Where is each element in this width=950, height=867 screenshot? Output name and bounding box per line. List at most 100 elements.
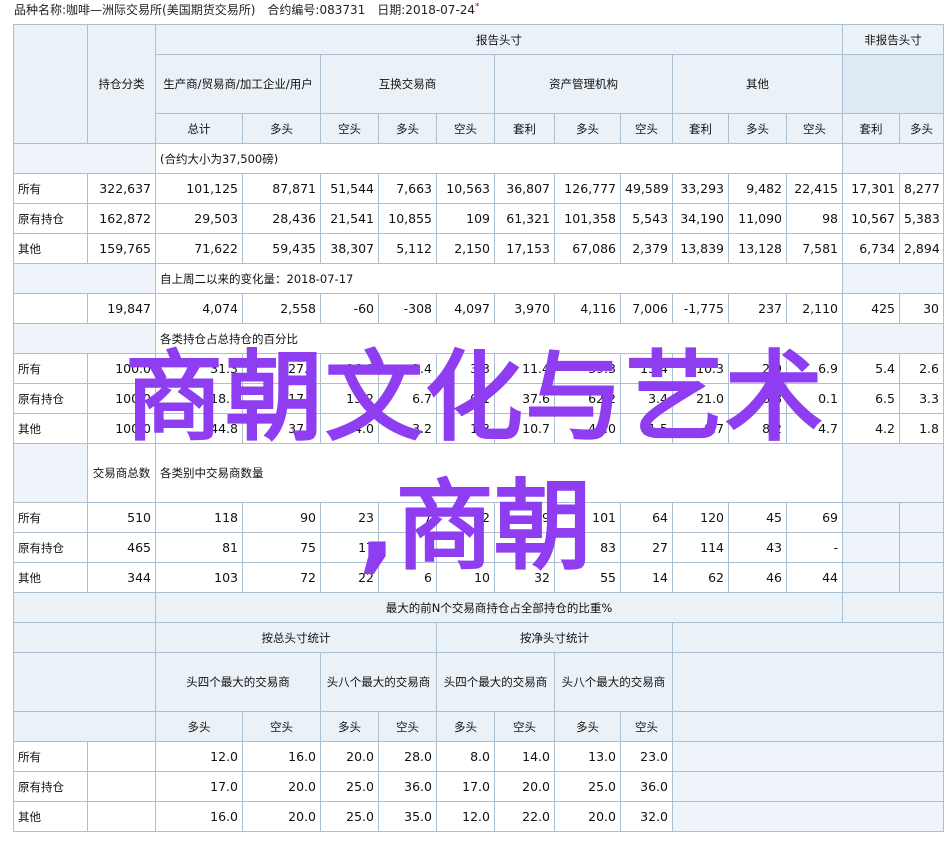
- value-cell: 27: [620, 532, 673, 563]
- value-cell: 5.4: [842, 353, 900, 384]
- value-cell: 29: [494, 502, 555, 533]
- value-cell: 8.7: [672, 413, 729, 444]
- value-cell: 17,301: [842, 173, 900, 204]
- value-cell: [899, 562, 944, 593]
- report-positions-header: 报告头寸: [155, 24, 843, 55]
- blank-cell: [87, 771, 156, 802]
- swap-header: 互换交易商: [320, 54, 495, 114]
- blank-cell: [672, 801, 944, 832]
- value-cell: 17.0: [155, 771, 243, 802]
- value-cell: 6.8: [728, 383, 787, 414]
- value-cell: 109: [436, 203, 495, 234]
- value-cell: 98: [786, 203, 843, 234]
- value-cell: 4,097: [436, 293, 495, 324]
- value-cell: 465: [87, 532, 156, 563]
- value-cell: 7,581: [786, 233, 843, 264]
- blank-cell: [13, 622, 156, 653]
- value-cell: [899, 502, 944, 533]
- col-long: 多头: [554, 711, 621, 742]
- pos-class-header: 持仓分类: [87, 24, 156, 144]
- value-cell: 62.2: [554, 383, 621, 414]
- value-cell: 22.0: [494, 801, 555, 832]
- value-cell: [842, 532, 900, 563]
- col-long: 多头: [155, 711, 243, 742]
- value-cell: 10,855: [378, 203, 437, 234]
- value-cell: 17,153: [494, 233, 555, 264]
- value-cell: 2.4: [378, 353, 437, 384]
- value-cell: 126,777: [554, 173, 621, 204]
- value-cell: 49,589: [620, 173, 673, 204]
- blank-cell: [13, 293, 88, 324]
- value-cell: [842, 502, 900, 533]
- row-label: 其他: [13, 562, 88, 593]
- row-label: 原有持仓: [13, 383, 88, 414]
- value-cell: 35.0: [378, 801, 437, 832]
- value-cell: 16.0: [320, 353, 379, 384]
- blank-cell: [672, 711, 944, 742]
- traders-body: 所有 510 118 90 23 7 12 29 101 64 120 45 69 原有持仓 465 81 75…: [13, 502, 944, 593]
- col-short: 空头: [436, 113, 495, 144]
- value-cell: 4.2: [842, 413, 900, 444]
- value-cell: 16.0: [242, 741, 321, 772]
- blank-cell: [842, 443, 944, 503]
- blank-cell: [13, 711, 156, 742]
- conc-body: 所有 12.0 16.0 20.0 28.0 8.0 14.0 13.0 23.0 原有持仓 17.…: [13, 741, 944, 832]
- value-cell: -1,775: [672, 293, 729, 324]
- percent-caption-row: 各类持仓占总持仓的百分比: [13, 323, 944, 354]
- col-short: 空头: [620, 113, 673, 144]
- value-cell: 33,293: [672, 173, 729, 204]
- value-cell: [436, 532, 495, 563]
- value-cell: 17.0: [436, 771, 495, 802]
- value-cell: 37.6: [494, 383, 555, 414]
- value-cell: 8.0: [436, 741, 495, 772]
- blank-cell: [13, 592, 156, 623]
- value-cell: 1.3: [436, 413, 495, 444]
- value-cell: 25.0: [554, 771, 621, 802]
- value-cell: 7,006: [620, 293, 673, 324]
- value-cell: 2,894: [899, 233, 944, 264]
- value-cell: 13.0: [554, 741, 621, 772]
- value-cell: 29,503: [155, 203, 243, 234]
- value-cell: 39.3: [554, 353, 621, 384]
- row-label: 原有持仓: [13, 771, 88, 802]
- col-long: 多头: [378, 113, 437, 144]
- value-cell: 12.0: [436, 801, 495, 832]
- value-cell: 64: [620, 502, 673, 533]
- table-row: 原有持仓 465 81 75 17 9 6 83 27 114 43-: [13, 532, 944, 563]
- value-cell: 10.7: [494, 413, 555, 444]
- value-cell: 344: [87, 562, 156, 593]
- positions-caption: (合约大小为37,500磅): [155, 143, 843, 174]
- value-cell: 42.0: [554, 413, 621, 444]
- value-cell: 3.4: [620, 383, 673, 414]
- value-cell: 103: [155, 562, 243, 593]
- table-row: 所有 322,637 101,125 87,871 51,544 7,663 10,563 3…: [13, 173, 944, 204]
- blank-cell: [672, 652, 944, 712]
- value-cell: 8,277: [899, 173, 944, 204]
- value-cell: 4.7: [786, 413, 843, 444]
- value-cell: 5,112: [378, 233, 437, 264]
- blank-cell: [13, 143, 156, 174]
- blank-cell: [87, 801, 156, 832]
- value-cell: 237: [728, 293, 787, 324]
- value-cell: 6.5: [842, 383, 900, 414]
- blank-cell: [672, 771, 944, 802]
- conc-header-row-1: 最大的前N个交易商持仓占全部持仓的比重%: [13, 592, 944, 623]
- top4-net: 头四个最大的交易商: [436, 652, 555, 712]
- money-header: 资产管理机构: [494, 54, 673, 114]
- by-net-header: 按净头寸统计: [436, 622, 673, 653]
- value-cell: 21.0: [672, 383, 729, 414]
- blank-cell: [842, 263, 944, 294]
- value-cell: 6.9: [786, 353, 843, 384]
- value-cell: 22,415: [786, 173, 843, 204]
- table-row: 其他 100.0 44.8 37.2 24.0 3.2 1.3 10.7 42.0 1.5 8.7 8…: [13, 413, 944, 444]
- value-cell: 9: [378, 532, 437, 563]
- value-cell: 4,116: [554, 293, 621, 324]
- value-cell: 20.0: [494, 771, 555, 802]
- blank-cell: [13, 323, 156, 354]
- blank-cell: [13, 443, 88, 503]
- col-short: 空头: [242, 711, 321, 742]
- value-cell: 19,847: [87, 293, 156, 324]
- value-cell: 6.7: [378, 383, 437, 414]
- value-cell: 322,637: [87, 173, 156, 204]
- col-long: 多头: [554, 113, 621, 144]
